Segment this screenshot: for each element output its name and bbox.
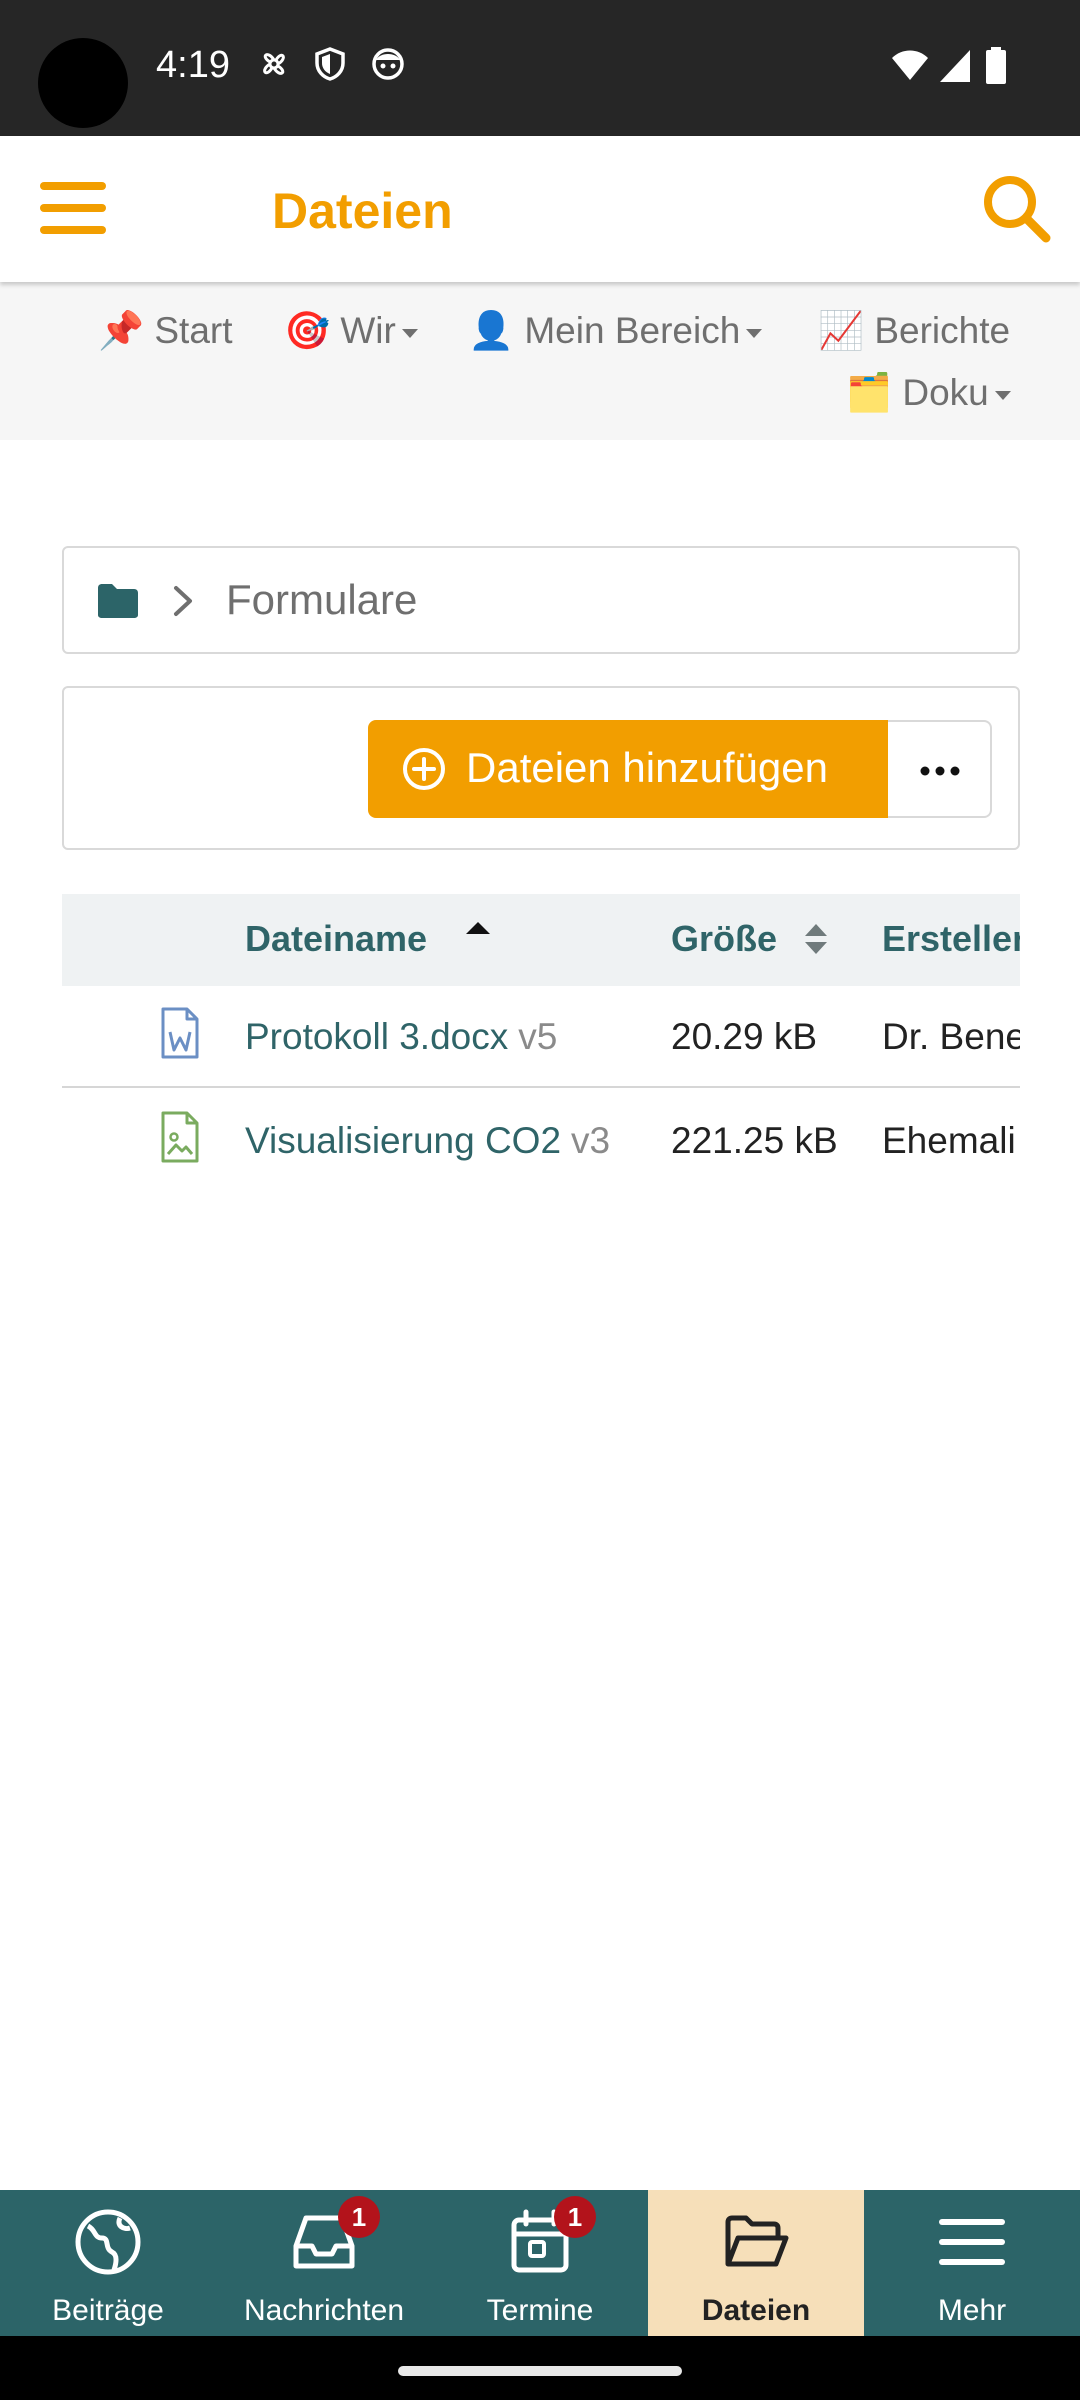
nav-item-label: Start [154,310,233,351]
fan-icon [263,53,285,75]
word-file-icon [161,1007,199,1059]
main-nav-menu: 📌 Start 🎯 Wir 👤 Mein Bereich 📈 Berichte … [0,282,1080,440]
table-header: Dateiname Größe Ersteller [62,894,1020,986]
screen: 4:19 Dateien 📌 Start 🎯 Wir 👤 Mein Bereic… [0,0,1080,2400]
file-size: 20.29 kB [671,1016,818,1057]
nav-item-label: Wir [340,310,396,351]
file-name-link[interactable]: Protokoll 3.docx v5 [245,1016,557,1058]
bottom-nav-dateien[interactable]: Dateien [648,2190,864,2336]
menu-line [40,182,106,190]
nav-item-mein-bereich[interactable]: 👤 Mein Bereich [468,310,763,353]
notification-badge: 1 [338,2196,380,2238]
chart-icon: 📈 [818,310,865,351]
wifi-icon [892,50,928,80]
home-gesture-bar[interactable] [398,2366,682,2376]
file-name: Protokoll 3.docx [245,1016,509,1057]
user-icon: 👤 [468,310,515,351]
caret-down-icon [401,328,418,338]
breadcrumb-current: Formulare [226,576,418,623]
bottom-nav: Beiträge 1 Nachrichten 1 Termine Dateien… [0,2190,1080,2336]
menu-button[interactable] [40,182,106,234]
table-row[interactable]: Protokoll 3.docx v5 20.29 kB Dr. Bene [62,986,1020,1088]
nav-item-berichte[interactable]: 📈 Berichte [818,310,1010,353]
file-name-link[interactable]: Visualisierung CO2 v3 [245,1120,610,1162]
folder-icon[interactable] [96,582,140,620]
status-bar: 4:19 [0,0,1080,136]
caret-down-icon [994,390,1011,400]
plus-circle-icon [403,748,445,790]
column-header-name[interactable]: Dateiname [245,918,427,960]
file-creator: Dr. Bene [882,1016,1020,1057]
menu-line [40,226,106,234]
caret-down-icon [746,328,763,338]
battery-icon [986,47,1006,84]
image-file-icon [161,1111,199,1163]
add-files-label: Dateien hinzufügen [466,744,828,791]
chevron-right-icon [174,586,192,616]
breadcrumb: Formulare [62,546,1020,654]
bottom-nav-mehr[interactable]: Mehr [864,2190,1080,2336]
table-row[interactable]: Visualisierung CO2 v3 221.25 kB Ehemali [62,1090,1020,1184]
file-version: v5 [518,1016,558,1057]
camera-cutout [38,38,128,128]
bottom-nav-label: Mehr [937,2294,1007,2327]
folder-open-icon [725,2215,789,2267]
target-icon: 🎯 [284,310,331,351]
app-bar: Dateien [0,136,1080,282]
status-time: 4:19 [156,44,230,86]
menu-line [40,204,106,212]
more-options-button[interactable] [888,720,992,818]
bottom-nav-label: Dateien [701,2294,811,2327]
signal-icon [940,50,970,82]
sort-ascending-icon[interactable] [466,922,490,934]
file-creator: Ehemali [882,1120,1016,1161]
face-icon [372,48,404,80]
bottom-nav-label: Termine [486,2294,594,2327]
menu-icon [939,2219,1005,2265]
shield-icon [315,47,345,81]
files-table: Dateiname Größe Ersteller Protokoll 3.do… [62,894,1020,1184]
folder-tabs-icon: 🗂️ [846,372,893,413]
bottom-nav-label: Nachrichten [243,2294,405,2327]
nav-item-label: Berichte [874,310,1011,351]
globe-icon [75,2209,141,2275]
file-version: v3 [571,1120,611,1161]
nav-item-label: Doku [902,372,989,413]
nav-item-label: Mein Bereich [524,310,741,351]
bottom-nav-nachrichten[interactable]: 1 Nachrichten [216,2190,432,2336]
sort-icon[interactable] [804,922,828,956]
nav-item-start[interactable]: 📌 Start [98,310,233,353]
add-files-button[interactable]: Dateien hinzufügen [368,720,888,818]
pin-icon: 📌 [98,310,145,351]
file-toolbar: Dateien hinzufügen [62,686,1020,850]
bottom-nav-termine[interactable]: 1 Termine [432,2190,648,2336]
nav-item-doku[interactable]: 🗂️ Doku [846,372,1011,415]
bottom-nav-beitraege[interactable]: Beiträge [0,2190,216,2336]
ellipsis-icon [920,766,960,776]
page-title: Dateien [272,183,453,239]
system-nav-bar [0,2336,1080,2400]
bottom-nav-label: Beiträge [52,2294,164,2327]
file-size: 221.25 kB [671,1120,838,1161]
nav-item-wir[interactable]: 🎯 Wir [284,310,418,353]
column-header-size[interactable]: Größe [671,918,777,960]
search-icon[interactable] [980,172,1052,244]
notification-badge: 1 [554,2196,596,2238]
column-header-creator[interactable]: Ersteller [882,918,1020,960]
file-name: Visualisierung CO2 [245,1120,562,1161]
